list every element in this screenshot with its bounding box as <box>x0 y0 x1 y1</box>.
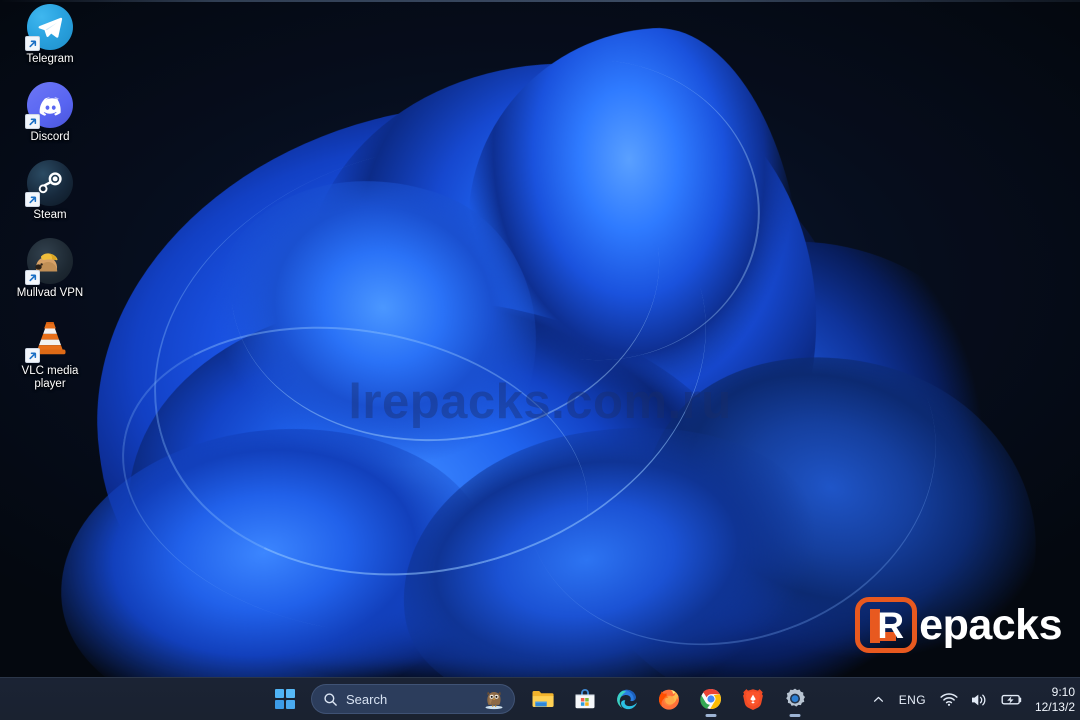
taskbar-app-mozilla-firefox[interactable] <box>648 680 690 719</box>
desktop-screen: lrepacks.com.ru Telegram Discord Steam M… <box>0 0 1080 720</box>
clock-time: 9:10 <box>1051 684 1075 699</box>
site-watermark: lrepacks.com.ru <box>348 375 732 429</box>
taskbar-app-brave-browser[interactable] <box>732 680 774 719</box>
desktop-icon-label: VLC media player <box>21 365 79 390</box>
show-hidden-icons-button[interactable] <box>866 682 891 718</box>
discord-icon <box>25 82 73 129</box>
shortcut-overlay-icon <box>25 348 40 363</box>
language-indicator[interactable]: ENG <box>891 682 934 718</box>
desktop-icon-label: Mullvad VPN <box>16 287 84 299</box>
shortcut-overlay-icon <box>25 270 40 285</box>
firefox-icon <box>659 689 679 710</box>
desktop-icon-mullvad-vpn[interactable]: Mullvad VPN <box>8 238 92 300</box>
taskbar-app-microsoft-store[interactable] <box>564 680 606 719</box>
system-tray: ENG 9:10 12/13/2 <box>866 678 1080 720</box>
wifi-icon <box>940 693 958 706</box>
windows-logo-icon <box>275 689 295 709</box>
running-indicator <box>789 713 801 717</box>
search-input[interactable]: Search <box>311 684 515 714</box>
taskbar-app-microsoft-edge[interactable] <box>606 680 648 719</box>
chevron-up-icon <box>873 696 883 702</box>
shortcut-overlay-icon <box>25 36 40 51</box>
network-button[interactable] <box>934 682 964 718</box>
battery-button[interactable] <box>995 682 1029 718</box>
taskbar-app-file-explorer[interactable] <box>522 680 564 719</box>
lrepacks-logo-mark: R <box>855 597 918 653</box>
desktop-icon-steam[interactable]: Steam <box>8 160 92 222</box>
desktop-icon-grid: Telegram Discord Steam Mullvad VPN VLC m… <box>0 4 100 407</box>
taskbar: Search ENG 9:10 12/13/2 <box>0 677 1080 720</box>
mullvad-vpn-icon <box>25 238 73 285</box>
search-placeholder: Search <box>346 691 388 707</box>
desktop-icon-label: Discord <box>30 131 70 143</box>
lrepacks-logo-word: epacks <box>919 600 1062 649</box>
file-explorer-icon <box>532 691 554 707</box>
taskbar-app-google-chrome[interactable] <box>690 680 732 719</box>
telegram-icon <box>25 4 73 51</box>
clock[interactable]: 9:10 12/13/2 <box>1029 682 1077 718</box>
shortcut-overlay-icon <box>25 114 40 129</box>
settings-gear-icon <box>786 688 805 707</box>
owl-icon[interactable] <box>481 688 507 710</box>
taskbar-app-settings[interactable] <box>774 680 816 719</box>
speaker-icon <box>971 694 986 705</box>
desktop-icon-label: Steam <box>33 209 67 221</box>
desktop-icon-vlc-media-player[interactable]: VLC media player <box>8 316 92 391</box>
search-icon <box>324 692 337 706</box>
battery-charging-icon <box>1001 694 1022 705</box>
brave-icon <box>743 689 763 710</box>
desktop-icon-discord[interactable]: Discord <box>8 82 92 144</box>
steam-icon <box>25 160 73 207</box>
clock-date: 12/13/2 <box>1034 699 1075 714</box>
start-button[interactable] <box>264 680 306 719</box>
chrome-icon <box>700 688 721 709</box>
shortcut-overlay-icon <box>25 192 40 207</box>
desktop-wallpaper[interactable] <box>0 0 1080 677</box>
running-indicator <box>705 713 717 717</box>
volume-button[interactable] <box>964 682 995 718</box>
microsoft-store-icon <box>575 688 595 709</box>
desktop-icon-label: Telegram <box>26 53 74 65</box>
edge-icon <box>617 689 637 710</box>
lrepacks-logo-r: R <box>877 605 905 646</box>
lrepacks-logo: R epacks <box>855 597 1062 653</box>
vlc-media-player-icon <box>25 316 73 363</box>
desktop-icon-telegram[interactable]: Telegram <box>8 4 92 66</box>
